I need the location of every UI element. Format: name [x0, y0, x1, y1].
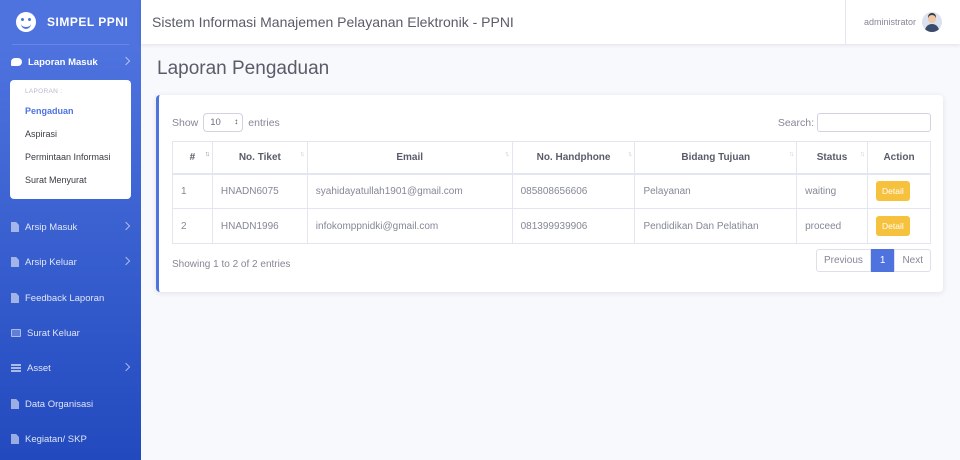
sidebar-item-data-organisasi[interactable]: Data Organisasi [0, 389, 141, 419]
column-label: Email [396, 151, 424, 163]
submenu-item-aspirasi[interactable]: Aspirasi [10, 123, 131, 146]
detail-button[interactable]: Detail [876, 216, 910, 236]
username[interactable]: administrator [864, 17, 916, 27]
table-row: 1 HNADN6075 syahidayatullah1901@gmail.co… [172, 173, 931, 209]
sidebar-item-arsip-masuk[interactable]: Arsip Masuk [0, 212, 141, 242]
page-button-current[interactable]: 1 [870, 249, 895, 272]
sidebar-item-surat-keluar[interactable]: Surat Keluar [0, 318, 141, 348]
chevron-right-icon [121, 56, 131, 66]
sidebar-item-asset[interactable]: Asset [0, 353, 141, 383]
file-icon [11, 399, 19, 409]
file-icon [11, 257, 19, 267]
brand[interactable]: SIMPEL PPNI [0, 0, 141, 44]
brand-name: SIMPEL PPNI [47, 15, 129, 29]
cell-bidang-tujuan: Pelayanan [634, 173, 798, 209]
sort-asc-icon: ↑↓ [204, 151, 210, 158]
sort-icon: ↑↓ [789, 151, 794, 158]
submenu-header: LAPORAN : [25, 88, 63, 95]
show-label: Show [172, 116, 199, 129]
table-row: 2 HNADN1996 infokomppnidki@gmail.com 081… [172, 208, 931, 244]
sidebar-item-label: Kegiatan/ SKP [25, 433, 87, 445]
submenu-item-permintaan-informasi[interactable]: Permintaan Informasi [10, 146, 131, 169]
chevron-right-icon [121, 362, 131, 372]
cell-status: proceed [796, 208, 868, 244]
user-menu[interactable]: administrator [844, 0, 942, 44]
column-header-action: Action [867, 141, 931, 175]
submenu-item-pengaduan[interactable]: Pengaduan [10, 100, 131, 123]
pengaduan-table: # ↑↓ No. Tiket ↑↓ Email ↑↓ No. Handphone ↑↓ … [172, 141, 931, 244]
cell-action: Detail [867, 208, 931, 244]
app-title: Sistem Informasi Manajemen Pelayanan Ele… [152, 14, 514, 30]
cell-number: 1 [172, 173, 213, 209]
sidebar: SIMPEL PPNI Laporan Masuk LAPORAN : Peng… [0, 0, 141, 460]
sidebar-item-label: Data Organisasi [25, 398, 94, 410]
data-card: Show 10 entries Search: #↑↓ No. Tiket↑↓ … [156, 95, 943, 292]
column-header-number[interactable]: # ↑↓ [172, 141, 213, 175]
column-header-bidang-tujuan[interactable]: Bidang Tujuan ↑↓ [634, 141, 798, 175]
column-label: Bidang Tujuan [681, 151, 751, 163]
cell-no-tiket: HNADN1996 [211, 208, 308, 244]
cell-action: Detail [867, 173, 931, 209]
topbar: Sistem Informasi Manajemen Pelayanan Ele… [141, 0, 960, 44]
laporan-submenu: LAPORAN : Pengaduan Aspirasi Permintaan … [10, 80, 131, 199]
page-title: Laporan Pengaduan [157, 58, 330, 79]
envelope-icon [11, 329, 21, 337]
pagination: Previous 1 Next [815, 249, 931, 272]
sidebar-item-laporan-masuk[interactable]: Laporan Masuk [0, 47, 141, 77]
cell-no-tiket: HNADN6075 [211, 173, 308, 209]
search-label: Search: [777, 116, 814, 129]
entries-select[interactable]: 10 [203, 113, 244, 132]
file-icon [11, 222, 19, 232]
sort-icon: ↑↓ [299, 151, 305, 158]
cell-no-handphone: 085808656606 [511, 173, 636, 209]
column-label: No. Handphone [536, 151, 611, 163]
cell-no-handphone: 081399939906 [511, 208, 636, 244]
column-label: # [189, 151, 196, 163]
submenu-item-surat-menyurat[interactable]: Surat Menyurat [10, 169, 131, 192]
sidebar-item-label: Feedback Laporan [25, 292, 105, 304]
column-header-status[interactable]: Status ↑↓ [796, 141, 868, 175]
entries-value: 10 [210, 117, 221, 128]
column-label: No. Tiket [238, 151, 281, 163]
column-label: Status [816, 151, 848, 163]
sort-icon: ↑↓ [504, 151, 510, 158]
cell-status: waiting [796, 173, 868, 209]
table-header-row: # ↑↓ No. Tiket ↑↓ Email ↑↓ No. Handphone ↑↓ … [172, 141, 931, 175]
sort-icon: ↑↓ [627, 151, 632, 158]
chevron-right-icon [121, 256, 131, 266]
detail-button[interactable]: Detail [876, 181, 910, 202]
next-page-button[interactable]: Next [894, 249, 931, 272]
sidebar-item-feedback-laporan[interactable]: Feedback Laporan [0, 283, 141, 313]
table-info: Showing 1 to 2 of 2 entries [172, 259, 291, 270]
search-control: Search: [778, 113, 931, 132]
column-header-email[interactable]: Email ↑↓ [306, 141, 513, 175]
file-icon [11, 434, 19, 444]
file-icon [11, 293, 19, 303]
column-header-no-handphone[interactable]: No. Handphone ↑↓ [511, 141, 636, 175]
search-input[interactable] [817, 113, 931, 132]
entries-label: entries [248, 116, 280, 129]
cell-bidang-tujuan: Pendidikan Dan Pelatihan [634, 208, 798, 244]
cell-email: infokomppnidki@gmail.com [306, 208, 513, 244]
list-icon [11, 364, 21, 372]
sort-icon: ↑↓ [860, 151, 865, 158]
sidebar-item-label: Arsip Keluar [25, 256, 77, 268]
column-label: Action [883, 151, 915, 163]
sidebar-item-label: Asset [27, 362, 51, 374]
sidebar-item-label: Surat Keluar [27, 327, 80, 339]
column-header-no-tiket[interactable]: No. Tiket ↑↓ [211, 141, 308, 175]
sidebar-item-label: Laporan Masuk [28, 56, 98, 68]
avatar[interactable] [922, 12, 942, 32]
cell-number: 2 [172, 208, 213, 244]
laugh-icon [16, 12, 36, 32]
sidebar-divider [12, 44, 129, 45]
entries-length-control: Show 10 entries [172, 113, 280, 132]
sidebar-item-arsip-keluar[interactable]: Arsip Keluar [0, 247, 141, 277]
previous-page-button[interactable]: Previous [815, 249, 871, 272]
chevron-right-icon [121, 221, 131, 231]
comments-icon [11, 58, 22, 66]
cell-email: syahidayatullah1901@gmail.com [306, 173, 513, 209]
sidebar-item-label: Arsip Masuk [25, 221, 78, 233]
sidebar-item-kegiatan-skp[interactable]: Kegiatan/ SKP [0, 424, 141, 454]
